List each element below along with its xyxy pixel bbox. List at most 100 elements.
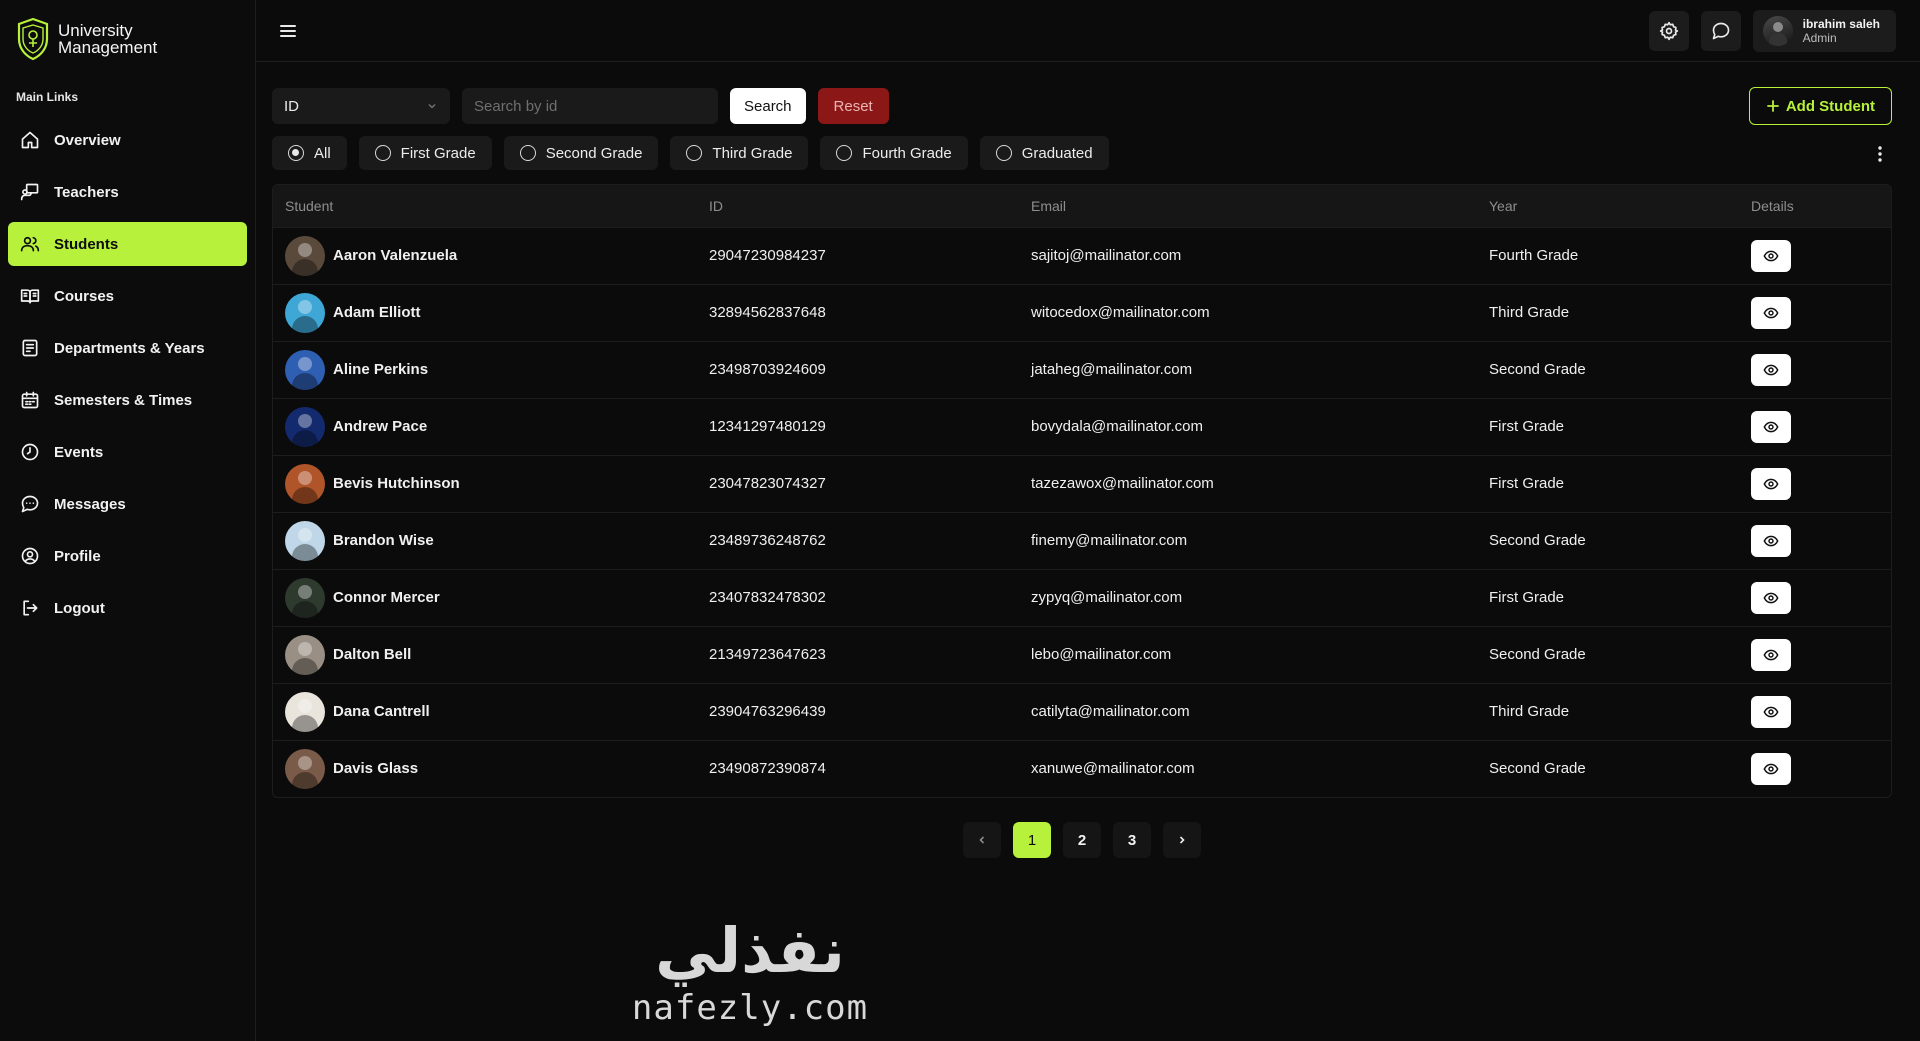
view-details-button[interactable]: [1751, 296, 1791, 329]
view-details-button[interactable]: [1751, 524, 1791, 557]
student-id: 23489736248762: [709, 532, 826, 549]
sidebar-item-departments-years[interactable]: Departments & Years: [8, 326, 247, 370]
messages-button[interactable]: [1700, 10, 1741, 51]
settings-button[interactable]: [1648, 10, 1689, 51]
grade-filter-fourth-grade[interactable]: Fourth Grade: [820, 136, 968, 170]
brand[interactable]: University Management: [8, 16, 247, 62]
student-avatar: [285, 406, 325, 447]
student-name: Andrew Pace: [333, 418, 428, 435]
chevron-down-icon: [428, 103, 436, 109]
table-row: Aaron Valenzuela 29047230984237 sajitoj@…: [273, 227, 1891, 284]
prev-page-button[interactable]: [963, 822, 1001, 858]
users-icon: [20, 236, 40, 252]
student-email: bovydala@mailinator.com: [1031, 418, 1203, 435]
view-details-button[interactable]: [1751, 410, 1791, 443]
sidebar-item-courses[interactable]: Courses: [8, 274, 247, 318]
sidebar-item-teachers[interactable]: Teachers: [8, 170, 247, 214]
student-email: lebo@mailinator.com: [1031, 646, 1172, 663]
grade-filter-second-grade[interactable]: Second Grade: [503, 136, 659, 170]
sidebar-item-logout[interactable]: Logout: [8, 586, 247, 630]
view-details-button[interactable]: [1751, 353, 1791, 386]
student-avatar: [285, 235, 325, 276]
student-email: finemy@mailinator.com: [1031, 532, 1188, 549]
student-name: Dana Cantrell: [333, 703, 430, 720]
page-button-1[interactable]: 1: [1013, 822, 1051, 858]
student-year: Fourth Grade: [1489, 247, 1579, 264]
eye-icon: [1763, 706, 1779, 717]
user-menu[interactable]: ibrahim saleh Admin: [1752, 9, 1896, 52]
sidebar-item-label: Messages: [54, 495, 126, 513]
student-name: Davis Glass: [333, 760, 419, 778]
brand-line-1: University: [58, 21, 133, 40]
student-id: 29047230984237: [709, 247, 826, 264]
student-email: jataheg@mailinator.com: [1031, 361, 1193, 378]
radio-checked-icon: [288, 145, 304, 161]
grade-filter-first-grade[interactable]: First Grade: [358, 136, 492, 170]
sidebar-item-label: Students: [54, 235, 119, 253]
student-email: catilyta@mailinator.com: [1031, 703, 1190, 720]
student-id: 12341297480129: [709, 418, 826, 435]
chevron-left-icon: [979, 836, 985, 844]
student-year: Third Grade: [1489, 703, 1570, 720]
search-field-select[interactable]: ID: [272, 88, 450, 124]
student-email: tazezawox@mailinator.com: [1031, 475, 1214, 492]
grade-filter-graduated[interactable]: Graduated: [979, 136, 1109, 170]
radio-unchecked-icon: [686, 145, 703, 161]
student-id: 23047823074327: [709, 475, 826, 492]
column-header-student: Student: [285, 197, 334, 214]
reset-button[interactable]: Reset: [817, 88, 889, 124]
more-options-icon[interactable]: [1868, 142, 1892, 166]
view-details-button[interactable]: [1751, 638, 1791, 671]
search-input[interactable]: [462, 88, 718, 124]
sidebar-nav: Overview Teachers Students Courses Depar…: [8, 118, 247, 630]
column-header-year: Year: [1489, 197, 1518, 214]
grade-filter-label: Fourth Grade: [862, 144, 952, 162]
menu-toggle-icon[interactable]: [274, 17, 302, 45]
student-avatar: [285, 634, 325, 675]
add-student-button[interactable]: Add Student: [1748, 87, 1892, 125]
sidebar-item-messages[interactable]: Messages: [8, 482, 247, 526]
column-header-id: ID: [709, 197, 723, 214]
page-button-2[interactable]: 2: [1063, 822, 1101, 858]
student-avatar: [285, 463, 325, 504]
student-avatar: [285, 349, 325, 390]
column-header-email: Email: [1031, 197, 1067, 214]
page-button-3[interactable]: 3: [1113, 822, 1151, 858]
next-page-button[interactable]: [1163, 822, 1201, 858]
eye-icon: [1763, 364, 1779, 375]
grade-filter-all[interactable]: All: [272, 136, 347, 170]
student-name: Aline Perkins: [333, 361, 429, 378]
radio-unchecked-icon: [374, 145, 391, 161]
logout-icon: [23, 600, 38, 616]
student-id: 23904763296439: [709, 703, 826, 720]
pagination: 1 2 3: [272, 822, 1892, 858]
view-details-button[interactable]: [1751, 695, 1791, 728]
select-value: ID: [284, 97, 299, 115]
view-details-button[interactable]: [1751, 467, 1791, 500]
clock-icon: [21, 443, 39, 461]
search-bar: ID Search Reset Add Student: [272, 87, 1892, 125]
grade-filter-third-grade[interactable]: Third Grade: [670, 136, 809, 170]
student-email: xanuwe@mailinator.com: [1031, 760, 1195, 778]
sidebar-item-events[interactable]: Events: [8, 430, 247, 474]
home-icon: [21, 131, 39, 149]
view-details-button[interactable]: [1751, 752, 1791, 785]
chat-bubble-icon: [1712, 22, 1729, 39]
student-avatar: [285, 520, 325, 561]
student-avatar: [285, 748, 325, 789]
add-student-label: Add Student: [1785, 97, 1875, 115]
student-id: 32894562837648: [709, 304, 826, 321]
search-button[interactable]: Search: [730, 88, 806, 124]
student-name: Connor Mercer: [333, 589, 440, 606]
sidebar-item-students[interactable]: Students: [8, 222, 247, 266]
user-name: ibrahim saleh: [1802, 16, 1880, 31]
topbar-actions: ibrahim saleh Admin: [1648, 9, 1896, 52]
user-role: Admin: [1802, 30, 1837, 45]
sidebar-item-profile[interactable]: Profile: [8, 534, 247, 578]
sidebar-item-overview[interactable]: Overview: [8, 118, 247, 162]
student-year: Second Grade: [1489, 646, 1586, 663]
view-details-button[interactable]: [1751, 239, 1791, 272]
view-details-button[interactable]: [1751, 581, 1791, 614]
sidebar-item-semesters-times[interactable]: Semesters & Times: [8, 378, 247, 422]
students-content: ID Search Reset Add Student All: [256, 62, 1920, 858]
